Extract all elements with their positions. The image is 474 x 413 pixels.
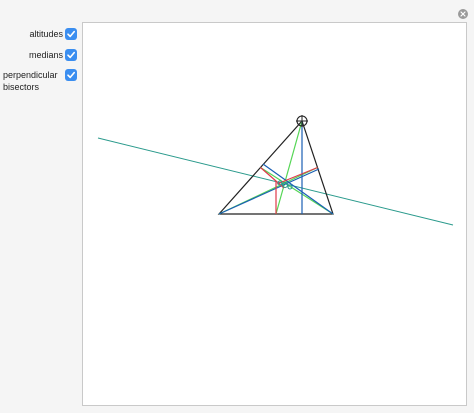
- checkmark-icon: [67, 30, 75, 38]
- perpendicular-bisector-line: [276, 166, 318, 185]
- geometry-canvas[interactable]: [82, 22, 467, 406]
- altitudes-label: altitudes: [29, 29, 63, 39]
- close-icon: [460, 11, 466, 17]
- altitudes-checkbox[interactable]: [65, 28, 77, 40]
- perpendicular-bisectors-checkbox[interactable]: [65, 69, 77, 81]
- medians-label: medians: [28, 50, 63, 60]
- checkmark-icon: [67, 71, 75, 79]
- geometry-drawing[interactable]: [83, 23, 466, 405]
- close-button[interactable]: [458, 9, 468, 19]
- medians-checkbox[interactable]: [65, 49, 77, 61]
- altitude-line: [218, 168, 320, 215]
- checkmark-icon: [67, 51, 75, 59]
- perpendicular-bisectors-label: perpendicular bisectors: [3, 70, 58, 92]
